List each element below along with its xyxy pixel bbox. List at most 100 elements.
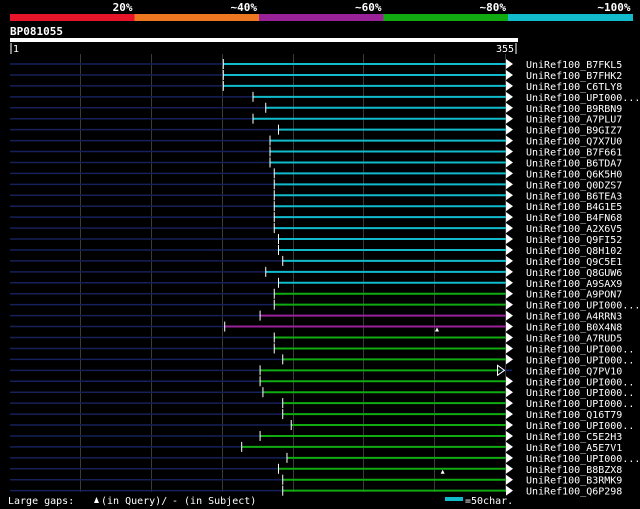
hit-row[interactable]: UniRef100_A7RUD5 — [10, 332, 622, 345]
hit-end-arrow — [506, 332, 513, 343]
gap-marker — [434, 327, 439, 332]
hit-label[interactable]: UniRef100_Q6P298 — [526, 487, 622, 498]
hit-end-arrow — [506, 288, 513, 299]
hit-row[interactable]: UniRef100_UPI000.. — [10, 420, 634, 432]
hit-row[interactable]: UniRef100_UPI000... — [10, 299, 640, 312]
hit-label[interactable]: UniRef100_B4FN68 — [526, 213, 622, 224]
footer: Large gaps: (in Query)/ - (in Subject) =… — [8, 496, 513, 507]
hit-label[interactable]: UniRef100_B4G1E5 — [526, 202, 622, 213]
hit-row[interactable]: UniRef100_UPI000... — [10, 452, 640, 465]
hit-row[interactable]: UniRef100_Q6K5H0 — [10, 168, 622, 180]
hit-label[interactable]: UniRef100_Q0DZS7 — [526, 180, 622, 191]
hit-label[interactable]: UniRef100_A4RRN3 — [526, 312, 622, 323]
hit-row[interactable]: UniRef100_Q0DZS7 — [10, 179, 622, 191]
hit-rows: UniRef100_B7FKL5UniRef100_B7FHK2UniRef10… — [10, 59, 640, 498]
large-gaps-label: Large gaps: — [8, 496, 74, 507]
hit-label[interactable]: UniRef100_UPI000... — [526, 454, 640, 465]
hit-end-arrow — [506, 69, 513, 80]
hit-end-arrow — [506, 157, 513, 168]
hit-label[interactable]: UniRef100_B7FKL5 — [526, 60, 622, 71]
hit-label[interactable]: UniRef100_Q16T79 — [526, 410, 622, 421]
hit-row[interactable]: UniRef100_Q8GUW6 — [10, 266, 622, 279]
hit-label[interactable]: UniRef100_UPI000.. — [526, 421, 634, 432]
hit-row[interactable]: UniRef100_B6TDA7 — [10, 157, 622, 169]
hit-end-arrow — [506, 223, 513, 234]
hit-label[interactable]: UniRef100_Q9C5E1 — [526, 257, 622, 268]
hit-row[interactable]: UniRef100_Q9C5E1 — [10, 255, 622, 268]
hit-row[interactable]: UniRef100_B7FKL5 — [10, 59, 622, 71]
hit-label[interactable]: UniRef100_A7RUD5 — [526, 334, 622, 345]
hit-row[interactable]: UniRef100_B7F661 — [10, 146, 622, 159]
hit-label[interactable]: UniRef100_B7F661 — [526, 148, 622, 159]
hit-label[interactable]: UniRef100_UPI000.. — [526, 399, 634, 410]
hit-end-arrow — [506, 135, 513, 146]
hit-row[interactable]: UniRef100_UPI000.. — [10, 387, 634, 399]
hit-row[interactable]: UniRef100_UPI000.. — [10, 376, 634, 388]
hit-label[interactable]: UniRef100_A7PLU7 — [526, 115, 622, 126]
hit-label[interactable]: UniRef100_Q7X7U0 — [526, 137, 622, 148]
hit-label[interactable]: UniRef100_B9GIZ7 — [526, 126, 622, 137]
in-query-label: (in Query)/ — [101, 496, 167, 507]
hit-row[interactable]: UniRef100_A2X6V5 — [10, 223, 622, 235]
hit-label[interactable]: UniRef100_A5E7V1 — [526, 443, 622, 454]
hit-row[interactable]: UniRef100_B3RMK9 — [10, 474, 622, 487]
hit-label[interactable]: UniRef100_B6TDA7 — [526, 158, 622, 169]
hit-label[interactable]: UniRef100_UPI000... — [526, 93, 640, 104]
hit-label[interactable]: UniRef100_A9PON7 — [526, 290, 622, 301]
hit-row[interactable]: UniRef100_B0X4N8 — [10, 321, 622, 334]
query-start-label: 1 — [13, 44, 19, 55]
hit-label[interactable]: UniRef100_B9RBN9 — [526, 104, 622, 115]
hit-label[interactable]: UniRef100_B0X4N8 — [526, 323, 622, 334]
hit-row[interactable]: UniRef100_B4G1E5 — [10, 201, 622, 213]
hit-end-arrow — [506, 190, 513, 201]
hit-row[interactable]: UniRef100_B9RBN9 — [10, 102, 622, 115]
hit-end-arrow — [506, 441, 513, 452]
hit-label[interactable]: UniRef100_UPI000... — [526, 301, 640, 312]
hit-end-arrow — [506, 80, 513, 91]
hit-row[interactable]: UniRef100_B6TEA3 — [10, 190, 622, 202]
hit-label[interactable]: UniRef100_UPI000.. — [526, 377, 634, 388]
hit-label[interactable]: UniRef100_UPI000.. — [526, 388, 634, 399]
hit-label[interactable]: UniRef100_A2X6V5 — [526, 224, 622, 235]
hit-row[interactable]: UniRef100_B7FHK2 — [10, 69, 622, 82]
hit-row[interactable]: UniRef100_A9PON7 — [10, 288, 622, 301]
hit-row[interactable]: UniRef100_B4FN68 — [10, 212, 622, 224]
hit-row[interactable]: UniRef100_Q7X7U0 — [10, 135, 622, 148]
hit-end-arrow — [506, 234, 513, 245]
hit-label[interactable]: UniRef100_Q6K5H0 — [526, 169, 622, 180]
hit-row[interactable]: UniRef100_A9SAX9 — [10, 277, 622, 290]
scale-swatch — [445, 497, 463, 501]
hit-row[interactable]: UniRef100_Q8H102 — [10, 244, 622, 257]
hit-row[interactable]: UniRef100_A5E7V1 — [10, 441, 622, 454]
hit-row[interactable]: UniRef100_UPI000.. — [10, 354, 634, 366]
hit-label[interactable]: UniRef100_Q7PV10 — [526, 366, 622, 377]
query-bar — [10, 38, 518, 42]
hit-label[interactable]: UniRef100_UPI000.. — [526, 344, 634, 355]
hit-label[interactable]: UniRef100_C6TLY8 — [526, 82, 622, 93]
hit-row[interactable]: UniRef100_Q16T79 — [10, 409, 622, 421]
hit-label[interactable]: UniRef100_B7FHK2 — [526, 71, 622, 82]
hit-label[interactable]: UniRef100_A9SAX9 — [526, 279, 622, 290]
hit-label[interactable]: UniRef100_Q8H102 — [526, 246, 622, 257]
hit-label[interactable]: UniRef100_B3RMK9 — [526, 476, 622, 487]
hit-row[interactable]: UniRef100_UPI000... — [10, 91, 640, 104]
hit-row[interactable]: UniRef100_C5E2H3 — [10, 430, 622, 443]
hit-label[interactable]: UniRef100_UPI000.. — [526, 355, 634, 366]
hit-row[interactable]: UniRef100_UPI000.. — [10, 343, 634, 355]
hit-label[interactable]: UniRef100_C5E2H3 — [526, 432, 622, 443]
hit-label[interactable]: UniRef100_B6TEA3 — [526, 191, 622, 202]
hit-end-arrow — [506, 168, 513, 179]
hit-row[interactable]: UniRef100_UPI000.. — [10, 398, 634, 410]
hit-end-arrow — [506, 266, 513, 277]
hit-label[interactable]: UniRef100_Q8GUW6 — [526, 268, 622, 279]
hit-label[interactable]: UniRef100_B8BZX8 — [526, 465, 622, 476]
hit-label[interactable]: UniRef100_Q9FI52 — [526, 235, 622, 246]
hit-row[interactable]: UniRef100_B9GIZ7 — [10, 124, 622, 137]
hit-row[interactable]: UniRef100_A4RRN3 — [10, 310, 622, 323]
hit-end-arrow — [506, 420, 513, 431]
hit-row[interactable]: UniRef100_Q9FI52 — [10, 234, 622, 246]
hit-row[interactable]: UniRef100_C6TLY8 — [10, 80, 622, 93]
hit-row[interactable]: UniRef100_Q7PV10 — [10, 364, 622, 377]
hit-row[interactable]: UniRef100_A7PLU7 — [10, 113, 622, 126]
hit-row[interactable]: UniRef100_B8BZX8 — [10, 463, 622, 476]
